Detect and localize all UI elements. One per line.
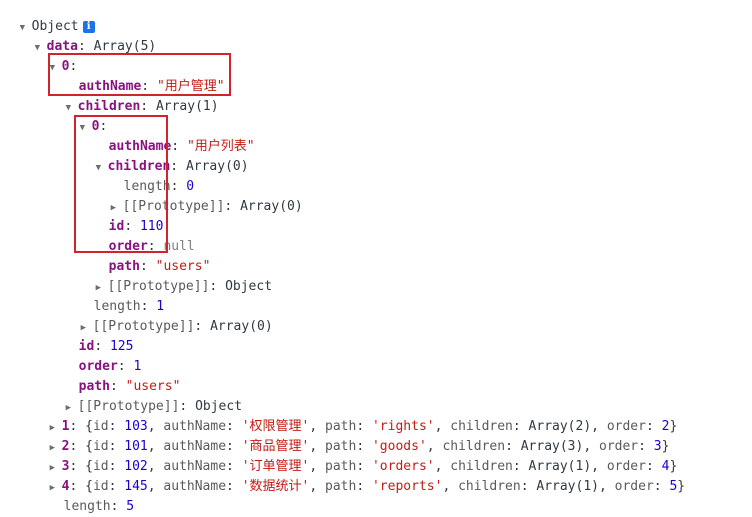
children-value: Array(1) xyxy=(155,99,219,114)
item-0-prototype-row[interactable]: ▶ [[Prototype]]: Object xyxy=(50,377,242,414)
path-key: path xyxy=(325,479,357,494)
children-length-row: length: 1 xyxy=(93,299,165,314)
root-object-row[interactable]: ▼ Object i xyxy=(4,0,95,34)
prototype-value: Object xyxy=(225,279,273,294)
child-0-row[interactable]: ▼ 0: xyxy=(64,97,108,134)
length-value: 5 xyxy=(126,499,135,514)
data-length-row: length: 5 xyxy=(63,499,135,514)
collapsed-item-row[interactable]: ▶ 2: {id: 101, authName: '商品管理', path: 'g… xyxy=(34,417,670,454)
length-key: length xyxy=(63,499,111,514)
path-value: 'reports' xyxy=(371,479,443,494)
children-prototype-row[interactable]: ▶ [[Prototype]]: Array(0) xyxy=(65,297,273,334)
child-0-prototype-row[interactable]: ▶ [[Prototype]]: Object xyxy=(80,257,272,294)
item-0-path-row: path: "users" xyxy=(78,379,181,394)
authname-value: '数据统计' xyxy=(241,479,310,494)
authname-key: authName xyxy=(163,479,227,494)
prototype-value: Array(0) xyxy=(240,199,303,214)
highlight-box-parent xyxy=(48,53,231,96)
item-0-id-row: id: 125 xyxy=(78,339,134,354)
collapsed-item-row[interactable]: ▶ 1: {id: 103, authName: '权限管理', path: 'r… xyxy=(34,397,678,434)
collapsed-item-row[interactable]: ▶ 4: {id: 145, authName: '数据统计', path: 'r… xyxy=(34,457,685,494)
children-value: Array(1) xyxy=(536,479,599,494)
item-0-order-row: order: 1 xyxy=(78,359,142,374)
order-key: order xyxy=(614,479,654,494)
prototype-value: Array(0) xyxy=(210,319,273,334)
children-value: Array(0) xyxy=(185,159,249,174)
highlight-box-child xyxy=(74,115,168,253)
data-row[interactable]: ▼ data: Array(5) xyxy=(19,17,157,54)
children-key: children xyxy=(458,479,521,494)
data-value: Array(5) xyxy=(93,39,157,54)
collapsed-item-row[interactable]: ▶ 3: {id: 102, authName: '订单管理', path: 'o… xyxy=(34,437,678,474)
